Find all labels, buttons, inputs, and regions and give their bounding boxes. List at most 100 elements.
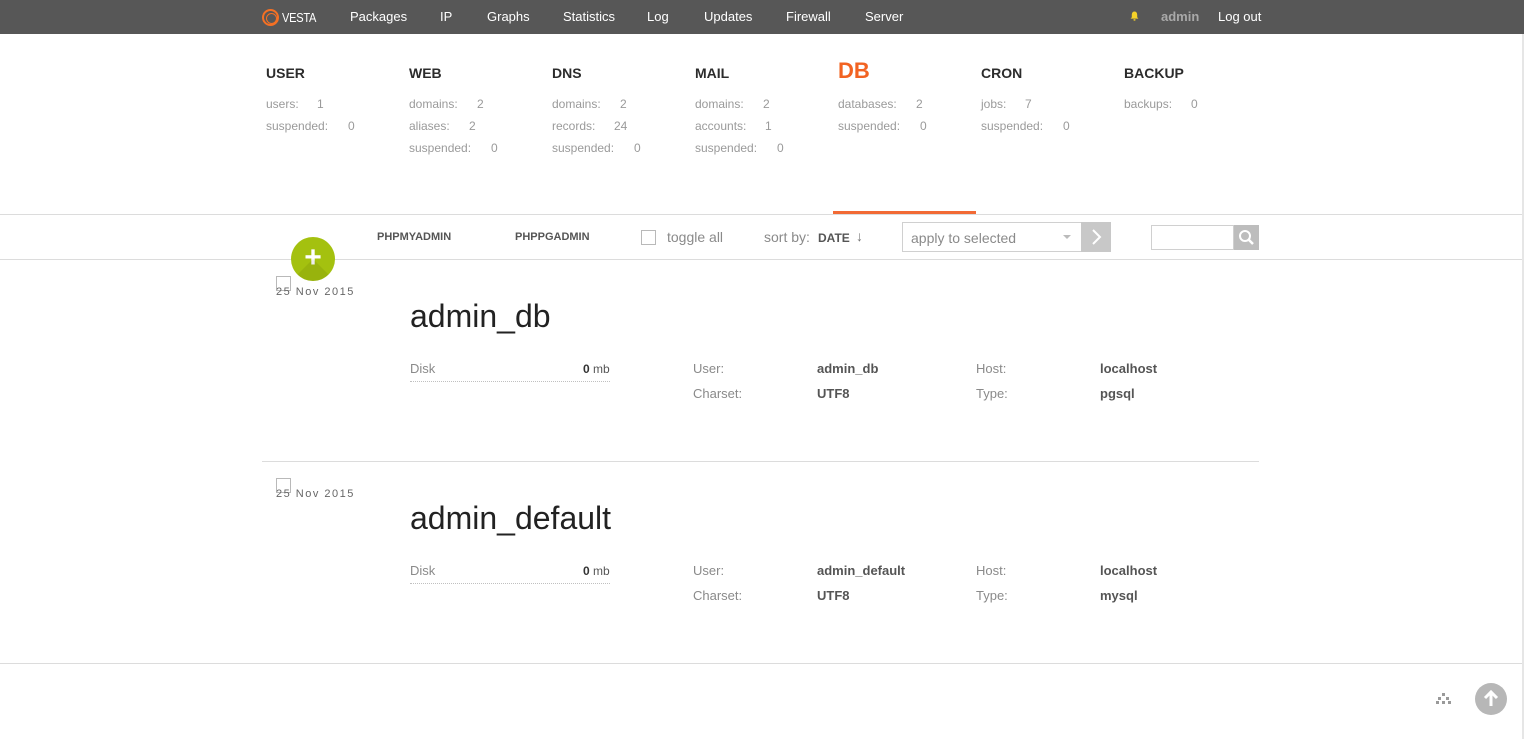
nav-packages[interactable]: Packages — [350, 0, 407, 34]
search-button[interactable] — [1234, 225, 1259, 250]
stat-value: 2 — [477, 97, 484, 111]
stat-user-row: suspended: 0 — [266, 119, 355, 133]
row-date: 25 Nov 2015 — [276, 286, 355, 298]
stat-mail-row: suspended: 0 — [695, 141, 784, 155]
stat-value: 0 — [920, 119, 927, 133]
current-user-link[interactable]: admin — [1161, 0, 1199, 34]
sort-by-value[interactable]: DATE — [818, 231, 850, 245]
search-input[interactable] — [1151, 225, 1234, 250]
stat-label: domains: — [695, 97, 744, 111]
divider — [0, 663, 1524, 664]
stat-label: suspended: — [409, 141, 472, 155]
scroll-to-top-button[interactable] — [1475, 683, 1507, 715]
stat-value: 24 — [614, 119, 628, 133]
stat-label: suspended: — [838, 119, 901, 133]
database-name[interactable]: admin_default — [410, 500, 611, 537]
stat-label: domains: — [552, 97, 601, 111]
vesta-brand-text: VESTA — [282, 9, 317, 25]
shortcuts-icon[interactable] — [1436, 693, 1452, 705]
apply-button[interactable] — [1081, 222, 1111, 252]
nav-statistics[interactable]: Statistics — [563, 0, 615, 34]
disk-usage: 0 mb — [583, 564, 610, 578]
nav-ip[interactable]: IP — [440, 0, 452, 34]
stat-user-title[interactable]: USER — [266, 65, 305, 81]
stat-user-row: users: 1 — [266, 97, 324, 111]
logout-link[interactable]: Log out — [1218, 0, 1261, 34]
stat-value: 0 — [1063, 119, 1070, 133]
chevron-right-icon — [1092, 229, 1102, 245]
database-name[interactable]: admin_db — [410, 298, 551, 335]
stat-cron-row: jobs: 7 — [981, 97, 1032, 111]
toggle-all-checkbox[interactable] — [641, 230, 656, 245]
arrow-up-icon — [1483, 689, 1499, 706]
stat-dns-row: suspended: 0 — [552, 141, 641, 155]
nav-server[interactable]: Server — [865, 0, 903, 34]
row-divider — [262, 461, 1259, 462]
stat-cron-row: suspended: 0 — [981, 119, 1070, 133]
stat-db-row: suspended: 0 — [838, 119, 927, 133]
type-value: pgsql — [1100, 386, 1135, 401]
stat-label: databases: — [838, 97, 897, 111]
bulk-action-select-value: apply to selected — [911, 230, 1017, 246]
sort-direction-icon[interactable]: ↓ — [856, 228, 863, 244]
stat-web-row: aliases: 2 — [409, 119, 476, 133]
nav-firewall[interactable]: Firewall — [786, 0, 831, 34]
stat-mail-title[interactable]: MAIL — [695, 65, 729, 81]
stat-mail-row: domains: 2 — [695, 97, 770, 111]
stat-value: 2 — [763, 97, 770, 111]
stat-value: 0 — [348, 119, 355, 133]
charset-value: UTF8 — [817, 588, 850, 603]
user-value: admin_db — [817, 361, 879, 376]
host-value: localhost — [1100, 563, 1158, 578]
vesta-logo[interactable]: VESTA — [262, 8, 322, 26]
nav-updates[interactable]: Updates — [704, 0, 752, 34]
disk-usage-unit: mb — [593, 564, 610, 578]
stat-label: accounts: — [695, 119, 747, 133]
user-label: User: — [693, 361, 725, 376]
disk-usage-bar — [410, 381, 610, 382]
nav-graphs[interactable]: Graphs — [487, 0, 530, 34]
disk-usage: 0 mb — [583, 362, 610, 376]
disk-usage-value: 0 — [583, 362, 590, 376]
phpmyadmin-link[interactable]: PHPMYADMIN — [377, 231, 451, 243]
stat-db-title[interactable]: DB — [838, 58, 870, 84]
stat-value: 2 — [620, 97, 627, 111]
stat-label: suspended: — [695, 141, 758, 155]
stat-dns-row: domains: 2 — [552, 97, 627, 111]
phppgadmin-link[interactable]: PHPPGADMIN — [515, 231, 590, 243]
add-database-button[interactable]: + — [291, 237, 335, 281]
search-icon — [1239, 230, 1254, 245]
stat-label: aliases: — [409, 119, 450, 133]
stat-value: 7 — [1025, 97, 1032, 111]
stat-value: 0 — [491, 141, 498, 155]
sort-by-label: sort by: — [764, 229, 810, 245]
stat-label: backups: — [1124, 97, 1173, 111]
stat-backup-title[interactable]: BACKUP — [1124, 65, 1184, 81]
disk-usage-value: 0 — [583, 564, 590, 578]
stat-web-row: domains: 2 — [409, 97, 484, 111]
stat-label: domains: — [409, 97, 458, 111]
divider — [0, 259, 1524, 260]
charset-value: UTF8 — [817, 386, 850, 401]
charset-label: Charset: — [693, 386, 743, 401]
disk-usage-unit: mb — [593, 362, 610, 376]
stat-value: 2 — [916, 97, 923, 111]
user-label: User: — [693, 563, 725, 578]
bell-icon[interactable] — [1130, 11, 1139, 21]
row-date: 25 Nov 2015 — [276, 488, 355, 500]
divider — [0, 214, 1524, 215]
nav-log[interactable]: Log — [647, 0, 669, 34]
stat-value: 0 — [1191, 97, 1198, 111]
stat-web-title[interactable]: WEB — [409, 65, 442, 81]
host-label: Host: — [976, 361, 1007, 376]
stat-dns-title[interactable]: DNS — [552, 65, 582, 81]
toggle-all-label[interactable]: toggle all — [667, 229, 723, 245]
dropdown-caret-icon — [1063, 235, 1071, 239]
top-navigation-bar: VESTA Packages IP Graphs Statistics Log … — [0, 0, 1524, 34]
bulk-action-select[interactable]: apply to selected — [902, 222, 1082, 252]
charset-label: Charset: — [693, 588, 743, 603]
stat-label: suspended: — [266, 119, 329, 133]
stat-value: 1 — [765, 119, 772, 133]
stat-cron-title[interactable]: CRON — [981, 65, 1022, 81]
host-label: Host: — [976, 563, 1007, 578]
